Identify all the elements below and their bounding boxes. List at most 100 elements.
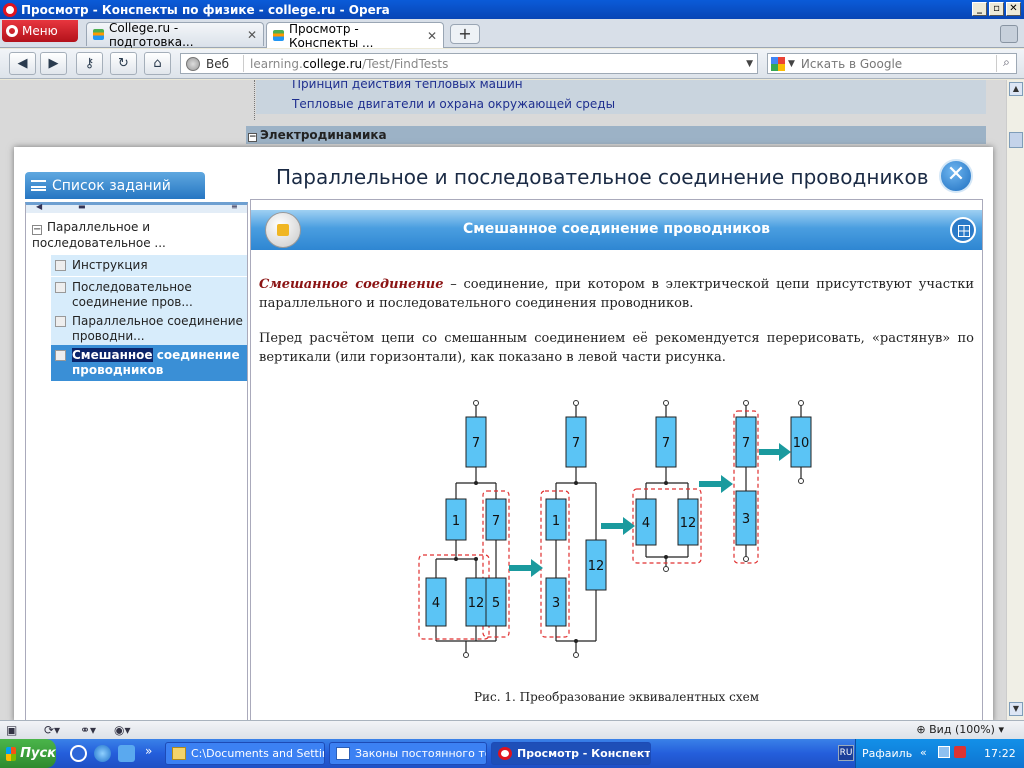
forward-button[interactable]: ▶ bbox=[40, 52, 67, 75]
modal-close-button[interactable]: ✕ bbox=[939, 159, 973, 193]
label-r4-b: 4 bbox=[642, 516, 650, 531]
start-button[interactable]: Пуск bbox=[0, 739, 56, 768]
label-r10: 10 bbox=[793, 436, 810, 451]
language-indicator[interactable]: RU bbox=[838, 745, 854, 761]
tree-item-mixed[interactable]: Смешанное соединение проводников bbox=[51, 345, 247, 382]
section-toggle-icon[interactable]: − bbox=[248, 133, 257, 142]
window-close-button[interactable]: ✕ bbox=[1006, 2, 1021, 16]
search-box[interactable]: ▼ Искать в Google ⌕ bbox=[767, 53, 1017, 74]
tab-close-icon[interactable]: ✕ bbox=[247, 28, 257, 42]
network-icon[interactable] bbox=[938, 746, 950, 758]
task-tree: ◀ ▬ ≡ − Параллельное и последовательное .… bbox=[25, 202, 248, 722]
new-tab-button[interactable]: + bbox=[450, 24, 480, 44]
page-scrollbar[interactable]: ▲ ▼ bbox=[1006, 80, 1024, 720]
modal-title: Параллельное и последовательное соединен… bbox=[276, 165, 929, 189]
zoom-icon: ⊕ bbox=[916, 723, 930, 736]
address-dropdown-icon[interactable]: ▼ bbox=[746, 59, 753, 69]
status-bar: ▣ ⟳▾ ⚭▾ ◉▾ ⊕ Вид (100%) ▾ bbox=[0, 720, 1024, 739]
list-icon bbox=[31, 180, 46, 191]
unite-icon[interactable]: ⚭▾ bbox=[80, 723, 96, 737]
definition-paragraph: Смешанное соединение – соединение, при к… bbox=[259, 277, 974, 311]
quicklaunch-more-icon[interactable]: » bbox=[145, 744, 152, 758]
menu-label: Меню bbox=[22, 24, 58, 38]
checkbox-icon bbox=[55, 282, 66, 293]
tab-bar: Меню College.ru - подготовка... ✕ Просмо… bbox=[0, 19, 1024, 50]
bg-section-head[interactable]: − Электродинамика bbox=[246, 126, 986, 144]
bg-row[interactable]: Принцип действия тепловых машин bbox=[256, 80, 986, 94]
task-opera[interactable]: Просмотр - Конспект... bbox=[491, 742, 651, 765]
content-panel: Смешанное соединение проводников Смешанн… bbox=[250, 199, 983, 722]
search-engine-dropdown-icon[interactable]: ▼ bbox=[788, 59, 795, 69]
opera-menu-icon bbox=[6, 25, 18, 37]
wand-key-button[interactable]: ⚷ bbox=[76, 52, 103, 75]
web-label: Веб bbox=[206, 56, 230, 71]
label-r1-b: 1 bbox=[552, 514, 560, 529]
tree-item-instruction[interactable]: Инструкция bbox=[51, 255, 247, 277]
sync-icon[interactable]: ⟳▾ bbox=[44, 723, 60, 737]
tree-item-parallel[interactable]: Параллельное соединение проводни... bbox=[51, 311, 247, 348]
address-bar[interactable]: Веб learning. college.ru/Test/FindTests ▼ bbox=[180, 53, 758, 74]
label-r3-a: 3 bbox=[552, 596, 560, 611]
word-document-icon bbox=[336, 747, 350, 760]
zoom-level[interactable]: ⊕ Вид (100%) ▾ bbox=[916, 723, 1004, 736]
panel-toggle-icon[interactable]: ▣ bbox=[6, 723, 17, 737]
reload-button[interactable]: ↻ bbox=[110, 52, 137, 75]
grid-icon[interactable] bbox=[950, 217, 976, 243]
checkbox-icon bbox=[55, 350, 66, 361]
college-favicon-icon bbox=[273, 30, 284, 41]
url-path: /Test/FindTests bbox=[362, 56, 449, 71]
antivirus-icon[interactable] bbox=[954, 746, 966, 758]
scroll-up-icon[interactable]: ▲ bbox=[1009, 82, 1023, 96]
tab-college[interactable]: College.ru - подготовка... ✕ bbox=[86, 21, 264, 49]
folder-icon bbox=[172, 747, 186, 760]
scroll-thumb[interactable] bbox=[1009, 132, 1023, 148]
label-r5-a: 5 bbox=[492, 596, 500, 611]
checkbox-icon bbox=[55, 260, 66, 271]
label-r7-b: 7 bbox=[492, 514, 500, 529]
quicklaunch-ie-icon[interactable] bbox=[94, 745, 111, 762]
minimize-button[interactable]: _ bbox=[972, 2, 987, 16]
window-title: Просмотр - Конспекты по физике - college… bbox=[21, 2, 390, 17]
bg-row[interactable]: Тепловые двигатели и охрана окружающей с… bbox=[256, 94, 986, 114]
task-list-tab[interactable]: Список заданий bbox=[25, 172, 205, 199]
opera-logo-icon bbox=[3, 2, 17, 17]
equivalent-circuits-diagram: 7 1 7 4 12 5 7 1 12 3 7 4 12 7 3 10 bbox=[418, 400, 812, 658]
opera-menu-button[interactable]: Меню bbox=[2, 20, 78, 42]
label-r4-a: 4 bbox=[432, 596, 440, 611]
tree-item-series[interactable]: Последовательное соединение пров... bbox=[51, 277, 247, 314]
tab-prosmotr[interactable]: Просмотр - Конспекты ... ✕ bbox=[266, 22, 444, 50]
quicklaunch-desktop-icon[interactable] bbox=[118, 745, 135, 762]
collapse-icon[interactable]: − bbox=[32, 225, 42, 235]
maximize-button[interactable]: ▫ bbox=[989, 2, 1004, 16]
back-button[interactable]: ◀ bbox=[9, 52, 36, 75]
window-titlebar: Просмотр - Конспекты по физике - college… bbox=[0, 0, 1024, 19]
transform-arrow-1 bbox=[509, 559, 543, 577]
tray-expand-icon[interactable]: « bbox=[920, 746, 927, 759]
navigation-bar: ◀ ▶ ⚷ ↻ ⌂ Веб learning. college.ru/Test/F… bbox=[0, 49, 1024, 79]
task-word[interactable]: Законы постоянного то... bbox=[329, 742, 487, 765]
search-input[interactable]: Искать в Google bbox=[801, 57, 902, 71]
tab-close-icon[interactable]: ✕ bbox=[427, 29, 437, 43]
tree-back-icon[interactable]: ◀ bbox=[36, 202, 42, 211]
tree-root[interactable]: − Параллельное и последовательное ... bbox=[32, 219, 242, 251]
transform-arrow-3 bbox=[699, 475, 733, 493]
checkbox-icon bbox=[55, 316, 66, 327]
label-r7-d: 7 bbox=[662, 436, 670, 451]
task-list-label: Список заданий bbox=[52, 177, 171, 194]
quicklaunch-browser-icon[interactable] bbox=[70, 745, 87, 762]
instruction-paragraph: Перед расчётом цепи со смешанным соедине… bbox=[259, 331, 974, 365]
windows-flag-icon bbox=[6, 746, 17, 761]
scroll-down-icon[interactable]: ▼ bbox=[1009, 702, 1023, 716]
opera-icon bbox=[498, 747, 512, 760]
task-explorer[interactable]: C:\Documents and Settin... bbox=[165, 742, 325, 765]
content-title: Смешанное соединение проводников bbox=[463, 221, 770, 237]
home-button[interactable]: ⌂ bbox=[144, 52, 171, 75]
search-icon[interactable]: ⌕ bbox=[996, 55, 1016, 72]
trash-icon[interactable] bbox=[1000, 25, 1018, 43]
figure-caption: Рис. 1. Преобразование эквивалентных схе… bbox=[473, 690, 760, 704]
turbo-icon[interactable]: ◉▾ bbox=[114, 723, 131, 737]
task-viewer-modal: Список заданий Параллельное и последоват… bbox=[14, 147, 993, 722]
tray-user: Рафаиль bbox=[862, 747, 913, 760]
tree-collapse-icon[interactable]: ≡ bbox=[231, 202, 238, 211]
tree-save-icon[interactable]: ▬ bbox=[78, 202, 86, 211]
